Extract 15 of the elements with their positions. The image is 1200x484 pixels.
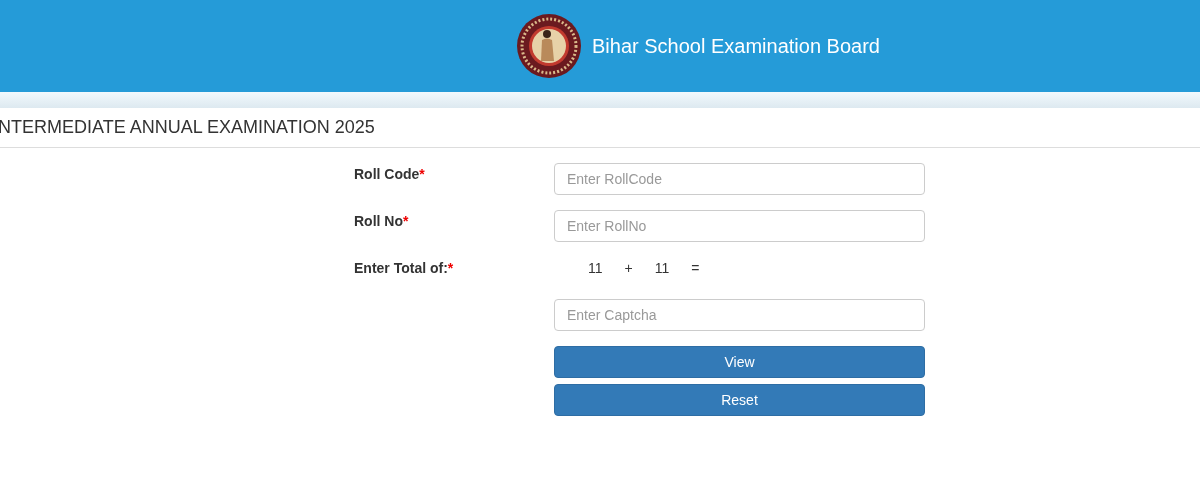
page-title: NTERMEDIATE ANNUAL EXAMINATION 2025 xyxy=(0,116,375,139)
form-button[interactable]: Reset xyxy=(554,384,925,416)
input-field[interactable]: Enter RollCode xyxy=(554,163,925,195)
input-field[interactable]: Enter RollNo xyxy=(554,210,925,242)
captcha-number: 11 xyxy=(588,259,603,278)
field-label: Roll Code* xyxy=(354,165,426,184)
site-title: Bihar School Examination Board xyxy=(592,34,880,59)
form-button[interactable]: View xyxy=(554,346,925,378)
field-label: Enter Total of:* xyxy=(354,259,455,278)
captcha-number: 11 xyxy=(654,259,670,278)
emblem-icon xyxy=(516,13,582,79)
field-label: Roll No* xyxy=(354,212,410,231)
captcha-field[interactable]: Enter Captcha xyxy=(554,299,925,331)
captcha-operator: + xyxy=(624,259,633,278)
captcha-equals: = xyxy=(691,259,700,278)
